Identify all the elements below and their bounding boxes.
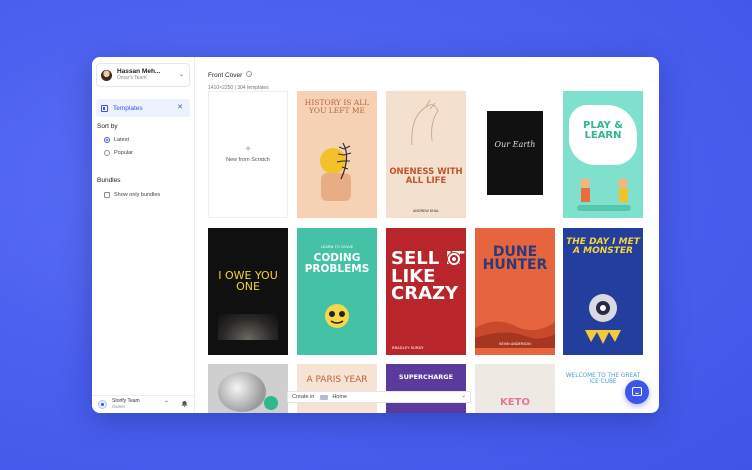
new-from-scratch-card[interactable]: + New from Scratch	[208, 91, 288, 218]
bell-icon[interactable]	[181, 400, 188, 407]
cover-author: KEVIN ANDERSON	[499, 342, 531, 346]
template-card[interactable]: THE DAY I MET A MONSTER	[563, 228, 643, 355]
sidebar: Hassan Meh... Omar's Team ⌄ Templates ✕ …	[92, 57, 195, 413]
new-from-scratch-label: New from Scratch	[226, 157, 270, 163]
sort-option-latest[interactable]: Latest	[104, 137, 133, 143]
cover-author: BRADLEY SURDY	[392, 345, 424, 350]
cover-art	[411, 99, 439, 146]
template-card[interactable]: LEARN TO SOLVE CODING PROBLEMS	[297, 228, 377, 355]
template-card[interactable]: SUPERCHARGE	[386, 364, 466, 413]
radio-label-popular: Popular	[114, 150, 133, 156]
chevron-down-icon: ⌄	[461, 393, 466, 399]
template-card[interactable]: ONENESS WITH ALL LIFE ANDREW KHAL	[386, 91, 466, 218]
bundles-title: Bundles	[97, 177, 121, 184]
target-icon	[447, 252, 461, 266]
template-card[interactable]: Our Earth	[475, 91, 555, 218]
bundles-checkbox-label: Show only bundles	[114, 192, 161, 198]
cover-title: PLAY & LEARN	[583, 120, 623, 142]
cover-title: Our Earth	[494, 140, 536, 149]
cover-title: I OWE YOU ONE	[218, 269, 278, 294]
account-team: Omar's Team	[117, 75, 147, 82]
cover-title: ONENESS WITH ALL LIFE	[389, 167, 463, 186]
template-card[interactable]: SELL IT LIKE CRAZY BRADLEY SURDY	[386, 228, 466, 355]
cover-art	[585, 294, 621, 344]
page-header: Front Cover i 1410×2250 | 304 templates	[208, 64, 269, 91]
folder-icon	[320, 394, 329, 400]
close-icon[interactable]: ✕	[177, 103, 183, 111]
info-icon[interactable]: i	[246, 71, 253, 77]
sort-section: Sort by Latest Popular	[92, 123, 133, 156]
cover-author: ANDREW KHAL	[412, 209, 440, 213]
template-card[interactable]: DUNE HUNTER KEVIN ANDERSON	[475, 228, 555, 355]
templates-icon	[101, 104, 108, 112]
cover-art	[218, 372, 266, 412]
cover-art	[325, 304, 349, 328]
cover-title: KETO	[500, 397, 530, 408]
bundles-checkbox-row[interactable]: Show only bundles	[104, 192, 160, 198]
chat-icon	[632, 387, 642, 396]
create-in-bar[interactable]: Create in Home ⌄	[287, 391, 471, 403]
cover-title: HISTORY IS ALL YOU LEFT ME	[304, 98, 370, 115]
account-switcher[interactable]: Hassan Meh... Omar's Team ⌄	[96, 63, 190, 87]
account-text: Hassan Meh... Omar's Team	[117, 68, 160, 82]
template-card[interactable]: HISTORY IS ALL YOU LEFT ME	[297, 91, 377, 218]
template-card[interactable]: PLAY & LEARN	[563, 91, 643, 218]
radio-latest[interactable]	[104, 137, 110, 143]
cover-art	[577, 178, 631, 211]
template-card[interactable]	[208, 364, 288, 413]
sidebar-item-templates[interactable]: Templates ✕	[96, 99, 190, 117]
sort-title: Sort by	[97, 123, 118, 130]
team-logo-icon	[98, 400, 107, 409]
cover-art	[320, 142, 352, 201]
create-in-label: Create in	[292, 394, 315, 400]
cover-subtitle: LEARN TO SOLVE	[320, 244, 354, 249]
bundles-checkbox[interactable]	[104, 192, 110, 198]
radio-popular[interactable]	[104, 150, 110, 156]
bundles-section: Bundles Show only bundles	[92, 177, 160, 198]
cover-title: THE DAY I MET A MONSTER	[566, 237, 640, 257]
team-role: Owner	[112, 404, 126, 410]
sidebar-item-label: Templates	[113, 104, 143, 112]
cover-title: DUNE HUNTER	[482, 244, 548, 274]
page-title: Front Cover	[208, 72, 243, 79]
chevron-up-icon[interactable]: ⌃	[164, 400, 169, 407]
template-card[interactable]: A PARIS YEAR	[297, 364, 377, 413]
cover-badge	[264, 396, 278, 410]
cover-art	[218, 314, 278, 340]
template-card[interactable]: I OWE YOU ONE	[208, 228, 288, 355]
team-switcher[interactable]: Storify Team Owner ⌃	[92, 395, 195, 413]
chevron-down-icon: ⌄	[178, 72, 184, 78]
radio-label-latest: Latest	[114, 137, 129, 143]
cover-art	[487, 111, 543, 195]
template-card[interactable]: KETO	[475, 364, 555, 413]
cover-title: CODING PROBLEMS	[304, 252, 370, 275]
chat-button[interactable]	[625, 380, 649, 404]
cover-title: SUPERCHARGE	[398, 373, 454, 381]
cover-title: A PARIS YEAR	[306, 375, 368, 385]
avatar	[101, 69, 112, 81]
cover-art	[475, 321, 555, 348]
team-text: Storify Team Owner	[112, 399, 140, 410]
sort-option-popular[interactable]: Popular	[104, 150, 133, 156]
plus-icon: +	[245, 144, 251, 155]
create-in-location: Home	[332, 394, 347, 400]
